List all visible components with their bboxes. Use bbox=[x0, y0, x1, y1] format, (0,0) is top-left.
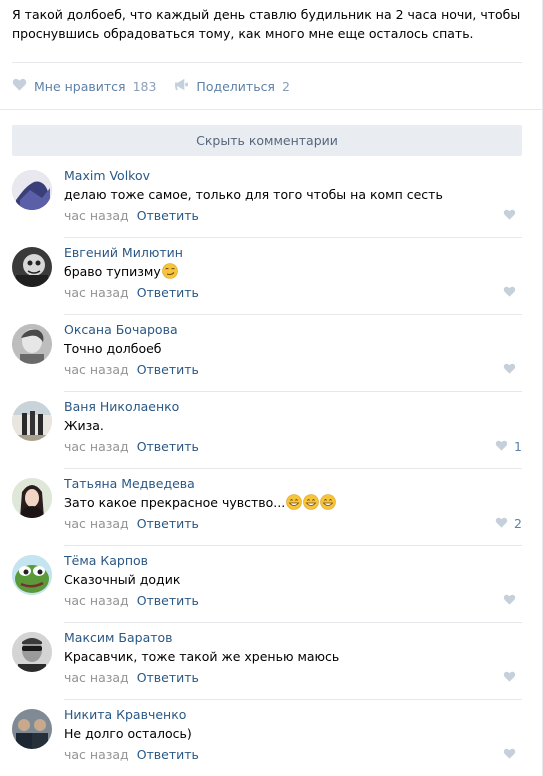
comment-meta: час назад Ответить bbox=[64, 746, 199, 763]
comment-like-button[interactable] bbox=[503, 593, 522, 608]
comment-time[interactable]: час назад bbox=[64, 361, 129, 378]
comment-like-button[interactable]: 2 bbox=[495, 516, 522, 531]
reply-link[interactable]: Ответить bbox=[137, 746, 199, 763]
avatar[interactable] bbox=[12, 401, 52, 441]
comment-author[interactable]: Ваня Николаенко bbox=[64, 398, 179, 415]
heart-icon bbox=[495, 439, 508, 454]
heart-icon bbox=[503, 747, 516, 762]
avatar[interactable] bbox=[12, 478, 52, 518]
comment-text: Красавчик, тоже такой же хренью маюсь bbox=[64, 649, 340, 664]
reply-link[interactable]: Ответить bbox=[137, 592, 199, 609]
heart-icon bbox=[503, 285, 516, 300]
comment-author[interactable]: Maxim Volkov bbox=[64, 167, 150, 184]
like-count: 183 bbox=[132, 78, 157, 94]
grin-emoji bbox=[320, 494, 336, 514]
avatar[interactable] bbox=[12, 247, 52, 287]
comment-like-button[interactable] bbox=[503, 670, 522, 685]
comment-like-button[interactable] bbox=[503, 285, 522, 300]
comment-item: Maxim Volkov делаю тоже самое, только дл… bbox=[12, 161, 522, 238]
comment-like-count: 2 bbox=[514, 516, 522, 531]
avatar[interactable] bbox=[12, 555, 52, 595]
reply-link[interactable]: Ответить bbox=[137, 515, 199, 532]
post-text: Я такой долбоеб, что каждый день ставлю … bbox=[12, 7, 521, 41]
heart-icon bbox=[495, 516, 508, 531]
comment-text: Точно долбоеб bbox=[64, 341, 162, 356]
comment-item: Максим Баратов Красавчик, тоже такой же … bbox=[12, 623, 522, 700]
comment-meta: час назад Ответить bbox=[64, 515, 199, 532]
share-label: Поделиться bbox=[196, 78, 275, 94]
comment-time[interactable]: час назад bbox=[64, 746, 129, 763]
like-button[interactable]: Мне нравится 183 bbox=[12, 78, 156, 94]
comment-time[interactable]: час назад bbox=[64, 592, 129, 609]
comment-time[interactable]: час назад bbox=[64, 438, 129, 455]
reply-link[interactable]: Ответить bbox=[137, 669, 199, 686]
comment-item: Евгений Милютин браво тупизму час назад … bbox=[12, 238, 522, 315]
comment-item: Тёма Карпов Сказочный додик час назад От… bbox=[12, 546, 522, 623]
comment-author[interactable]: Оксана Бочарова bbox=[64, 321, 178, 338]
comment-text: Жиза. bbox=[64, 418, 104, 433]
like-label: Мне нравится bbox=[34, 78, 126, 94]
comment-author[interactable]: Татьяна Медведева bbox=[64, 475, 195, 492]
smirk-emoji bbox=[161, 263, 178, 283]
comment-meta: час назад Ответить bbox=[64, 438, 199, 455]
comment-text: Зато какое прекрасное чувство... bbox=[64, 495, 286, 510]
reply-link[interactable]: Ответить bbox=[137, 438, 199, 455]
comment-time[interactable]: час назад bbox=[64, 669, 129, 686]
avatar[interactable] bbox=[12, 324, 52, 364]
comment-meta: час назад Ответить bbox=[64, 669, 199, 686]
avatar[interactable] bbox=[12, 709, 52, 749]
comment-author[interactable]: Евгений Милютин bbox=[64, 244, 183, 261]
comment-text-row: Зато какое прекрасное чувство... bbox=[64, 494, 336, 514]
megaphone-icon bbox=[174, 78, 189, 94]
comment-item: Оксана Бочарова Точно долбоеб час назад … bbox=[12, 315, 522, 392]
comment-like-button[interactable] bbox=[503, 208, 522, 223]
grin-emoji bbox=[303, 494, 319, 514]
comment-author[interactable]: Тёма Карпов bbox=[64, 552, 148, 569]
comment-meta: час назад Ответить bbox=[64, 207, 199, 224]
comment-text: делаю тоже самое, только для того чтобы … bbox=[64, 187, 443, 202]
heart-icon bbox=[503, 362, 516, 377]
heart-icon bbox=[503, 593, 516, 608]
comment-item: Ваня Николаенко Жиза. час назад Ответить… bbox=[12, 392, 522, 469]
grin-emoji bbox=[286, 494, 302, 514]
post-page: Я такой долбоеб, что каждый день ставлю … bbox=[0, 0, 543, 776]
comment-meta: час назад Ответить bbox=[64, 284, 199, 301]
share-button[interactable]: Поделиться 2 bbox=[174, 78, 290, 94]
comment-time[interactable]: час назад bbox=[64, 207, 129, 224]
comment-like-count: 1 bbox=[514, 439, 522, 454]
reply-link[interactable]: Ответить bbox=[137, 207, 199, 224]
comment-time[interactable]: час назад bbox=[64, 515, 129, 532]
heart-icon bbox=[503, 208, 516, 223]
comment-author[interactable]: Никита Кравченко bbox=[64, 706, 186, 723]
heart-icon bbox=[12, 78, 27, 94]
comment-item: Татьяна Медведева Зато какое прекрасное … bbox=[12, 469, 522, 546]
comment-like-button[interactable] bbox=[503, 362, 522, 377]
comment-text-row: браво тупизму bbox=[64, 263, 178, 283]
comment-author[interactable]: Максим Баратов bbox=[64, 629, 173, 646]
avatar[interactable] bbox=[12, 632, 52, 672]
divider bbox=[12, 62, 522, 63]
comment-like-button[interactable] bbox=[503, 747, 522, 762]
hide-comments-button[interactable]: Скрыть комментарии bbox=[12, 125, 522, 156]
avatar[interactable] bbox=[12, 170, 52, 210]
comment-like-button[interactable]: 1 bbox=[495, 439, 522, 454]
comment-text: Не долго осталось) bbox=[64, 726, 192, 741]
comment-meta: час назад Ответить bbox=[64, 592, 199, 609]
heart-icon bbox=[503, 670, 516, 685]
comment-item: Никита Кравченко Не долго осталось) час … bbox=[12, 700, 522, 776]
reply-link[interactable]: Ответить bbox=[137, 284, 199, 301]
share-count: 2 bbox=[281, 78, 290, 94]
comment-meta: час назад Ответить bbox=[64, 361, 199, 378]
comment-text: Сказочный додик bbox=[64, 572, 181, 587]
post-actions: Мне нравится 183 Поделиться 2 bbox=[12, 76, 308, 96]
divider bbox=[0, 109, 542, 110]
reply-link[interactable]: Ответить bbox=[137, 361, 199, 378]
comment-time[interactable]: час назад bbox=[64, 284, 129, 301]
comment-text: браво тупизму bbox=[64, 264, 161, 279]
